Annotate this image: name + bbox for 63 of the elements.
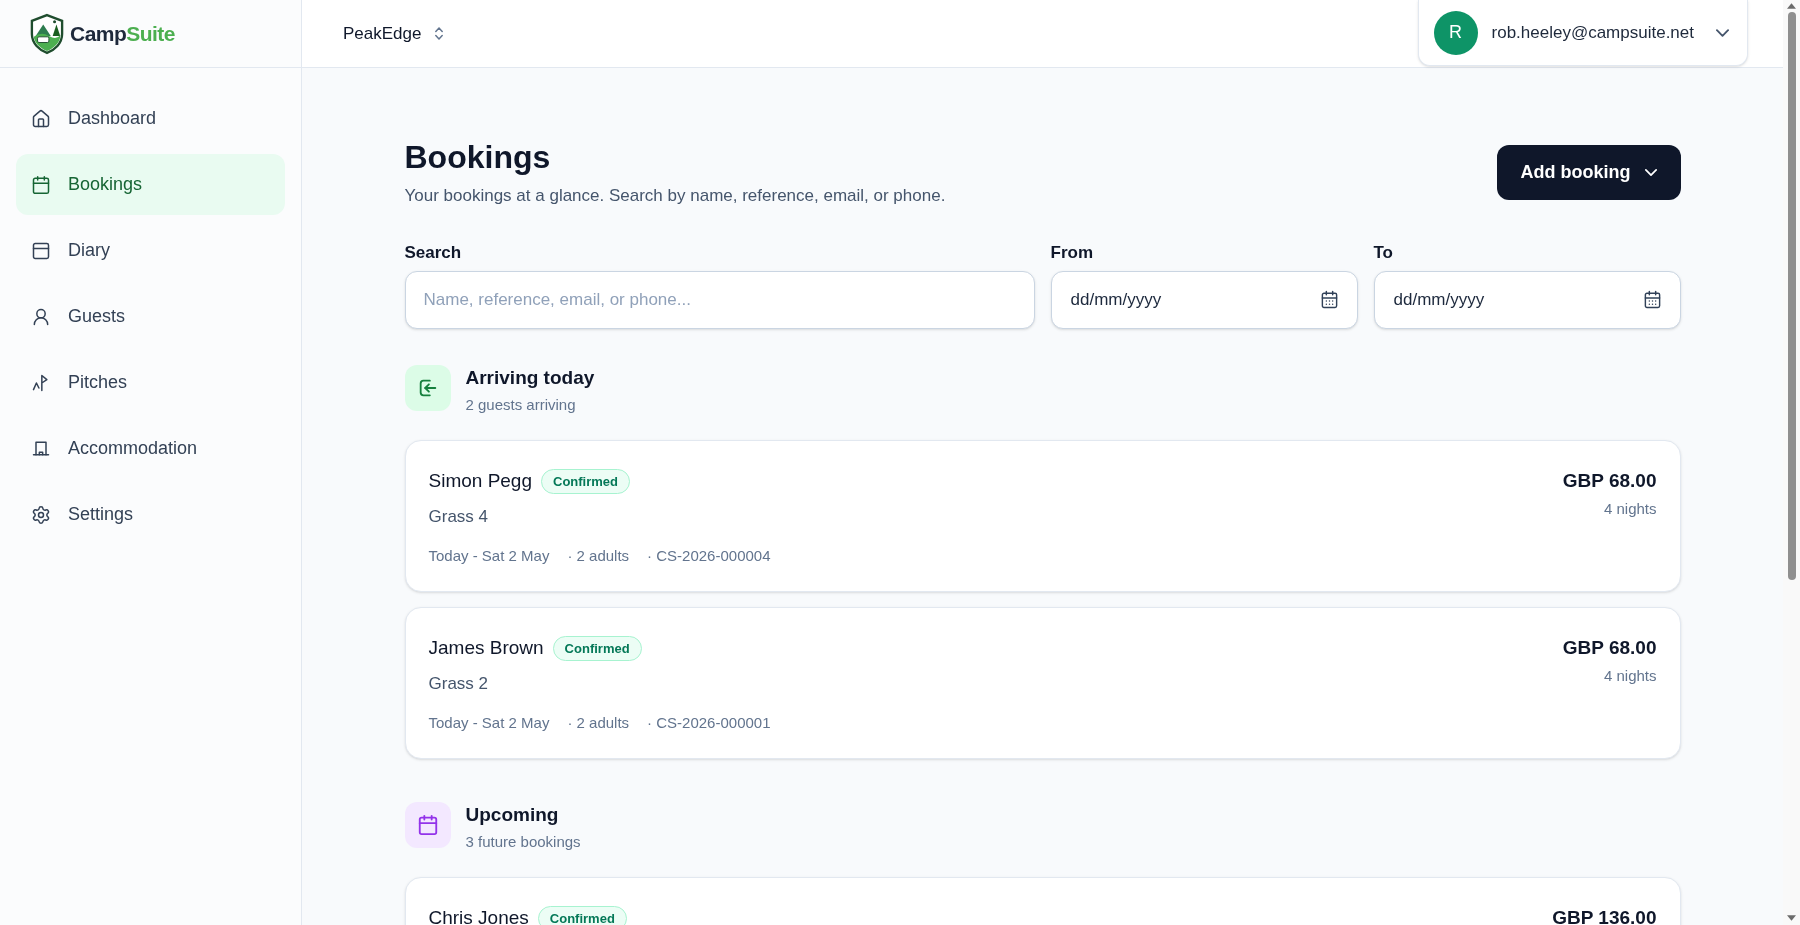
status-badge: Confirmed bbox=[541, 468, 630, 494]
calendar-icon[interactable] bbox=[1319, 290, 1339, 309]
sidebar-item[interactable]: Guests bbox=[16, 286, 285, 347]
workspace-switcher[interactable]: PeakEdge bbox=[343, 0, 444, 67]
settings-icon bbox=[31, 504, 51, 525]
search-field[interactable]: Name, reference, email, or phone... bbox=[404, 271, 1035, 329]
booking-card[interactable]: Simon Pegg Confirmed Grass 4 Today - Sat 2 May · 2 adults · CS-2026-000004 GBP 68.00 4 nights bbox=[404, 440, 1681, 592]
booking-reference: · CS-2026-000004 bbox=[647, 546, 771, 566]
booking-card[interactable]: James Brown Confirmed Grass 2 Today - Sat 2 May · 2 adults · CS-2026-000001 GBP 68.00 4 nights bbox=[404, 607, 1681, 759]
calendar-icon bbox=[31, 174, 51, 195]
party-size: · 2 adults bbox=[567, 546, 630, 566]
booking-dates: Today - Sat 2 May bbox=[428, 546, 550, 566]
status-badge: Confirmed bbox=[552, 635, 642, 661]
chevron-down-icon bbox=[1716, 28, 1729, 37]
date-field[interactable]: dd/mm/yyyy bbox=[1050, 271, 1358, 329]
date-field[interactable]: dd/mm/yyyy bbox=[1373, 271, 1681, 329]
logo-icon bbox=[30, 12, 64, 55]
user-avatar: R bbox=[1433, 10, 1478, 55]
panel-icon bbox=[31, 240, 51, 261]
nights-count: 4 nights bbox=[1603, 499, 1657, 519]
sidebar-item[interactable]: Settings bbox=[16, 484, 285, 545]
sidebar-item[interactable]: Pitches bbox=[16, 352, 285, 413]
chevron-down-icon bbox=[1644, 169, 1657, 176]
calendar-icon[interactable] bbox=[1642, 290, 1662, 309]
pitch-name: Grass 2 bbox=[428, 673, 490, 695]
calendar-icon bbox=[404, 802, 451, 848]
page-subtitle: Your bookings at a glance. Search by name, reference, email, or phone. bbox=[404, 185, 946, 207]
booking-reference: · CS-2026-000001 bbox=[647, 713, 771, 733]
field-label: To bbox=[1373, 242, 1394, 264]
sidebar-item[interactable]: Dashboard bbox=[16, 88, 285, 149]
enter-arrow-icon bbox=[404, 365, 451, 411]
user-menu[interactable]: R rob.heeley@campsuite.net bbox=[1417, 0, 1748, 66]
party-size: · 2 adults bbox=[567, 713, 630, 733]
scroll-down-arrow-icon[interactable] bbox=[1787, 915, 1796, 921]
booking-price: GBP 68.00 bbox=[1562, 469, 1657, 493]
section-title: Upcoming bbox=[465, 803, 560, 827]
chevrons-up-down-icon bbox=[435, 27, 444, 40]
status-badge: Confirmed bbox=[537, 905, 627, 925]
sidebar-item[interactable]: Diary bbox=[16, 220, 285, 281]
guest-name: Simon Pegg bbox=[428, 469, 532, 493]
booking-dates: Today - Sat 2 May bbox=[428, 713, 550, 733]
field-label: From bbox=[1050, 242, 1094, 264]
booking-card[interactable]: Chris Jones Confirmed GBP 136.00 bbox=[404, 877, 1681, 925]
guest-name: Chris Jones bbox=[428, 906, 529, 925]
booking-price: GBP 136.00 bbox=[1552, 906, 1657, 925]
guest-name: James Brown bbox=[428, 636, 544, 660]
field-label: Search bbox=[404, 242, 463, 264]
pitch-name: Grass 4 bbox=[428, 506, 490, 528]
brand-name: CampSuite bbox=[70, 20, 175, 47]
person-icon bbox=[31, 306, 51, 327]
nights-count: 4 nights bbox=[1603, 666, 1657, 686]
peak-flag-icon bbox=[31, 372, 51, 393]
page-title: Bookings bbox=[404, 138, 552, 177]
sidebar-item[interactable]: Bookings bbox=[16, 154, 285, 215]
house-icon bbox=[31, 108, 51, 129]
section-subtitle: 3 future bookings bbox=[465, 832, 581, 852]
section-title: Arriving today bbox=[465, 366, 595, 390]
sidebar-item[interactable]: Accommodation bbox=[16, 418, 285, 479]
add-booking-button[interactable]: Add booking bbox=[1496, 145, 1681, 200]
section-subtitle: 2 guests arriving bbox=[465, 395, 577, 415]
booking-price: GBP 68.00 bbox=[1562, 636, 1657, 660]
scrollbar-thumb[interactable] bbox=[1787, 12, 1796, 580]
scroll-up-arrow-icon[interactable] bbox=[1787, 3, 1796, 9]
